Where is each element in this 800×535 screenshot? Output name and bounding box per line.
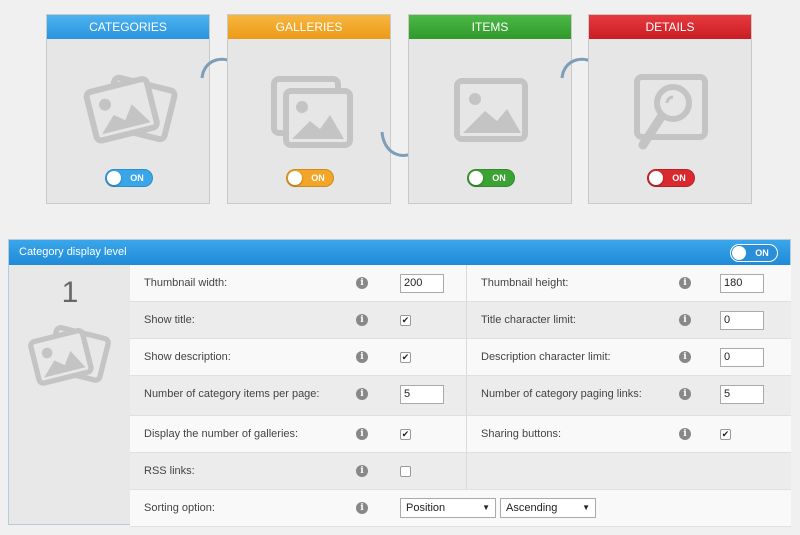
toggle-knob [469, 171, 483, 185]
description-limit-label: Description character limit: [481, 351, 611, 363]
show-title-checkbox[interactable]: ✔ [400, 315, 411, 326]
settings-row: RSS links: i [130, 453, 791, 490]
thumbnail-width-label: Thumbnail width: [144, 277, 228, 289]
number-of-galleries-checkbox[interactable]: ✔ [400, 429, 411, 440]
settings-row: Number of category items per page: i 5 N… [130, 376, 791, 416]
settings-row: Sorting option: i Position ▼ Ascending ▼ [130, 490, 791, 527]
info-icon[interactable]: i [356, 388, 368, 400]
title-limit-input[interactable]: 0 [720, 311, 764, 330]
info-icon[interactable]: i [356, 314, 368, 326]
rss-links-checkbox[interactable] [400, 466, 411, 477]
show-description-label: Show description: [144, 351, 231, 363]
panel-header: Category display level ON [9, 240, 790, 265]
rss-links-label: RSS links: [144, 465, 195, 477]
items-toggle[interactable]: ON [467, 169, 515, 187]
category-display-panel: Category display level ON 1 Thumbnail wi… [8, 239, 791, 527]
toggle-label: ON [130, 173, 144, 183]
info-icon[interactable]: i [356, 428, 368, 440]
panel-title: Category display level [19, 246, 127, 258]
photos-icon [28, 325, 111, 386]
toggle-label: ON [755, 248, 769, 258]
title-limit-label: Title character limit: [481, 314, 576, 326]
toggle-label: ON [672, 173, 686, 183]
info-icon[interactable]: i [679, 428, 691, 440]
sharing-buttons-checkbox[interactable]: ✔ [720, 429, 731, 440]
sharing-buttons-label: Sharing buttons: [481, 428, 562, 440]
info-icon[interactable]: i [356, 277, 368, 289]
gallery-icon [271, 76, 353, 148]
show-description-checkbox[interactable]: ✔ [400, 352, 411, 363]
column-divider [466, 339, 467, 375]
info-icon[interactable]: i [356, 351, 368, 363]
settings-row: Show description: i ✔ Description charac… [130, 339, 791, 376]
info-icon[interactable]: i [679, 314, 691, 326]
number-of-galleries-label: Display the number of galleries: [144, 428, 299, 440]
description-limit-input[interactable]: 0 [720, 348, 764, 367]
info-icon[interactable]: i [356, 502, 368, 514]
items-per-page-label: Number of category items per page: [144, 388, 320, 400]
info-icon[interactable]: i [679, 388, 691, 400]
step-title-items: ITEMS [409, 15, 571, 39]
details-toggle[interactable]: ON [647, 169, 695, 187]
panel-toggle[interactable]: ON [730, 244, 778, 262]
toggle-knob [649, 171, 663, 185]
settings-row: Thumbnail width: i 200 Thumbnail height:… [130, 265, 791, 302]
settings-row: Show title: i ✔ Title character limit: i… [130, 302, 791, 339]
sort-order-select[interactable]: Ascending ▼ [500, 498, 596, 518]
sort-order-value: Ascending [506, 502, 558, 514]
paging-links-input[interactable]: 5 [720, 385, 764, 404]
step-card-items[interactable]: ITEMS ON [408, 14, 572, 204]
column-divider [466, 376, 467, 415]
column-divider [466, 302, 467, 338]
image-icon [454, 78, 528, 142]
chevron-down-icon: ▼ [482, 503, 490, 512]
sort-field-select[interactable]: Position ▼ [400, 498, 496, 518]
toggle-knob [107, 171, 121, 185]
show-title-label: Show title: [144, 314, 195, 326]
level-number: 1 [61, 276, 79, 309]
toggle-label: ON [492, 173, 506, 183]
step-title-galleries: GALLERIES [228, 15, 390, 39]
thumbnail-height-input[interactable]: 180 [720, 274, 764, 293]
thumbnail-width-input[interactable]: 200 [400, 274, 444, 293]
step-title-categories: CATEGORIES [47, 15, 209, 39]
step-card-categories[interactable]: CATEGORIES ON [46, 14, 210, 204]
sorting-option-label: Sorting option: [144, 502, 215, 514]
column-divider [466, 453, 467, 489]
sort-field-value: Position [406, 502, 446, 514]
step-card-details[interactable]: DETAILS ON [588, 14, 752, 204]
thumbnail-height-label: Thumbnail height: [481, 277, 569, 289]
step-title-details: DETAILS [589, 15, 751, 39]
info-icon[interactable]: i [356, 465, 368, 477]
toggle-knob [288, 171, 302, 185]
info-icon[interactable]: i [679, 277, 691, 289]
toggle-label: ON [311, 173, 325, 183]
step-card-galleries[interactable]: GALLERIES ON [227, 14, 391, 204]
toggle-knob [732, 246, 746, 260]
zoom-image-icon [634, 74, 708, 150]
column-divider [466, 416, 467, 452]
info-icon[interactable]: i [679, 351, 691, 363]
paging-links-label: Number of category paging links: [481, 388, 642, 400]
column-divider [466, 265, 467, 301]
items-per-page-input[interactable]: 5 [400, 385, 444, 404]
photos-icon [83, 74, 178, 144]
galleries-toggle[interactable]: ON [286, 169, 334, 187]
chevron-down-icon: ▼ [582, 503, 590, 512]
categories-toggle[interactable]: ON [105, 169, 153, 187]
settings-grid: Thumbnail width: i 200 Thumbnail height:… [130, 265, 791, 527]
settings-row: Display the number of galleries: i ✔ Sha… [130, 416, 791, 453]
